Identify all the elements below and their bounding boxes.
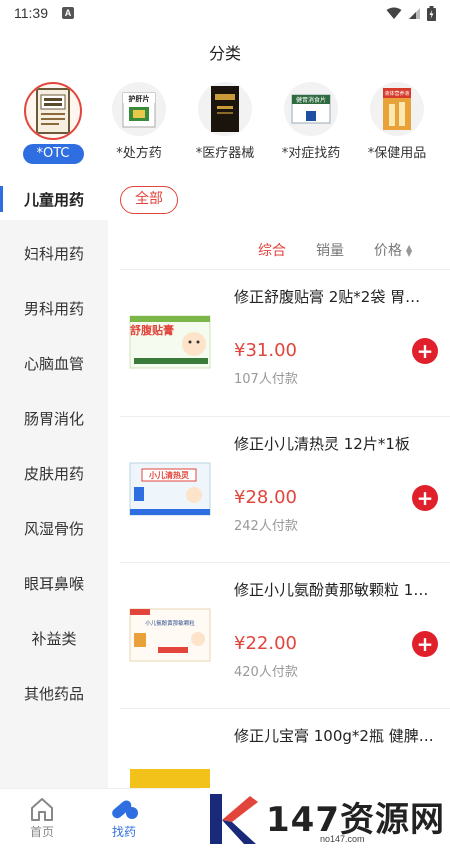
product-title: 修正小儿氨酚黄那敏颗粒 1… — [234, 581, 429, 599]
product-paid-count: 107人付款 — [234, 372, 298, 387]
health-product-box-icon: 液体营养液 — [370, 82, 424, 136]
box-label: 小儿清热灵 — [148, 470, 190, 480]
sidebar-item-gynecology[interactable]: 妇科用药 — [0, 226, 108, 281]
product-price: ¥22.00 — [234, 633, 297, 654]
category-health[interactable]: 液体营养液 *保健用品 — [356, 82, 438, 174]
sort-bar: 综合 销量 价格 ▲ ▼ — [108, 240, 450, 264]
nav-find-label: 找药 — [111, 825, 136, 839]
product-paid-count: 420人付款 — [234, 665, 298, 680]
category-symptom[interactable]: 健胃消食片 *对症找药 — [270, 82, 352, 174]
box-label: 健胃消食片 — [296, 96, 326, 104]
home-icon — [12, 795, 72, 823]
product-image: 舒腹贴膏 — [128, 310, 214, 374]
watermark-logo-icon — [210, 794, 258, 844]
product-card[interactable]: 修正儿宝膏 100g*2瓶 健脾… — [108, 709, 450, 788]
sidebar-item-ent[interactable]: 眼耳鼻喉 — [0, 556, 108, 611]
product-price: ¥28.00 — [234, 487, 297, 508]
category-label: *医疗器械 — [195, 146, 255, 161]
watermark: 147资源网 no147.com — [200, 788, 450, 850]
category-row: *OTC 护肝片 *处方药 *医疗器械 健胃消食片 *对症找药 液体营养液 *保… — [0, 82, 450, 174]
add-to-cart-button[interactable]: + — [412, 485, 438, 511]
product-paid-count: 242人付款 — [234, 519, 298, 534]
add-to-cart-button[interactable]: + — [412, 338, 438, 364]
notification-a-icon: A — [62, 7, 74, 19]
product-title: 修正儿宝膏 100g*2瓶 健脾… — [234, 727, 434, 745]
wifi-icon — [386, 7, 402, 19]
product-image: 小儿清热灵 — [128, 457, 214, 521]
medical-device-box-icon — [198, 82, 252, 136]
sidebar-item-skin[interactable]: 皮肤用药 — [0, 446, 108, 501]
product-card[interactable]: 小儿氨酚黄那敏颗粒 修正小儿氨酚黄那敏颗粒 1… ¥22.00 420人付款 + — [108, 563, 450, 709]
product-card[interactable]: 舒腹贴膏 修正舒腹贴膏 2贴*2袋 胃… ¥31.00 107人付款 + — [108, 270, 450, 416]
status-right — [386, 5, 436, 21]
sort-price-label: 价格 — [374, 243, 402, 259]
box-label: 舒腹贴膏 — [130, 323, 174, 337]
otc-book-icon — [24, 82, 82, 140]
product-image: 小儿氨酚黄那敏颗粒 — [128, 603, 214, 667]
filter-all-button[interactable]: 全部 — [120, 186, 178, 214]
box-label: 液体营养液 — [384, 90, 409, 97]
signal-icon — [409, 7, 420, 19]
box-label: 小儿氨酚黄那敏颗粒 — [145, 619, 195, 627]
nav-home[interactable]: 首页 — [12, 795, 72, 840]
battery-icon — [427, 5, 436, 21]
category-prescription[interactable]: 护肝片 *处方药 — [98, 82, 180, 174]
product-title: 修正小儿清热灵 12片*1板 — [234, 435, 410, 453]
nav-find-medicine[interactable]: 找药 — [94, 795, 154, 840]
category-label: *OTC — [22, 144, 84, 164]
watermark-url: no147.com — [320, 834, 365, 844]
prescription-box-icon: 护肝片 — [112, 82, 166, 136]
sort-price[interactable]: 价格 ▲ ▼ — [374, 240, 412, 260]
product-price: ¥31.00 — [234, 340, 297, 361]
category-label: *对症找药 — [281, 146, 341, 161]
product-image — [128, 767, 214, 788]
sidebar-item-cardio[interactable]: 心脑血管 — [0, 336, 108, 391]
category-medical-device[interactable]: *医疗器械 — [184, 82, 266, 174]
category-label: *保健用品 — [367, 146, 427, 161]
page-title: 分类 — [208, 44, 241, 63]
category-otc[interactable]: *OTC — [12, 82, 94, 174]
sidebar-item-other[interactable]: 其他药品 — [0, 666, 108, 721]
sidebar-item-rheumatism[interactable]: 风湿骨伤 — [0, 501, 108, 556]
sort-comprehensive[interactable]: 综合 — [258, 240, 286, 260]
status-time: 11:39 — [14, 5, 48, 21]
status-bar: 11:39 A — [0, 0, 450, 26]
category-label: *处方药 — [116, 146, 162, 161]
add-to-cart-button[interactable]: + — [412, 631, 438, 657]
box-label: 护肝片 — [129, 94, 150, 103]
symptom-medicine-box-icon: 健胃消食片 — [284, 82, 338, 136]
sidebar-item-children[interactable]: 儿童用药 — [0, 178, 108, 220]
category-sidebar: 儿童用药 妇科用药 男科用药 心脑血管 肠胃消化 皮肤用药 风湿骨伤 眼耳鼻喉 … — [0, 178, 108, 788]
sort-arrows-icon: ▲ ▼ — [406, 243, 413, 258]
sort-sales[interactable]: 销量 — [316, 240, 344, 260]
sidebar-item-digestive[interactable]: 肠胃消化 — [0, 391, 108, 446]
sidebar-item-tonic[interactable]: 补益类 — [0, 611, 108, 666]
product-card[interactable]: 小儿清热灵 修正小儿清热灵 12片*1板 ¥28.00 242人付款 + — [108, 417, 450, 563]
nav-home-label: 首页 — [29, 825, 54, 839]
pills-icon — [94, 795, 154, 823]
product-panel: 全部 综合 销量 价格 ▲ ▼ 舒腹贴膏 修正舒腹贴膏 2贴*2袋 胃… ¥31.0… — [108, 178, 450, 788]
sidebar-item-andrology[interactable]: 男科用药 — [0, 281, 108, 336]
product-title: 修正舒腹贴膏 2贴*2袋 胃… — [234, 288, 421, 306]
